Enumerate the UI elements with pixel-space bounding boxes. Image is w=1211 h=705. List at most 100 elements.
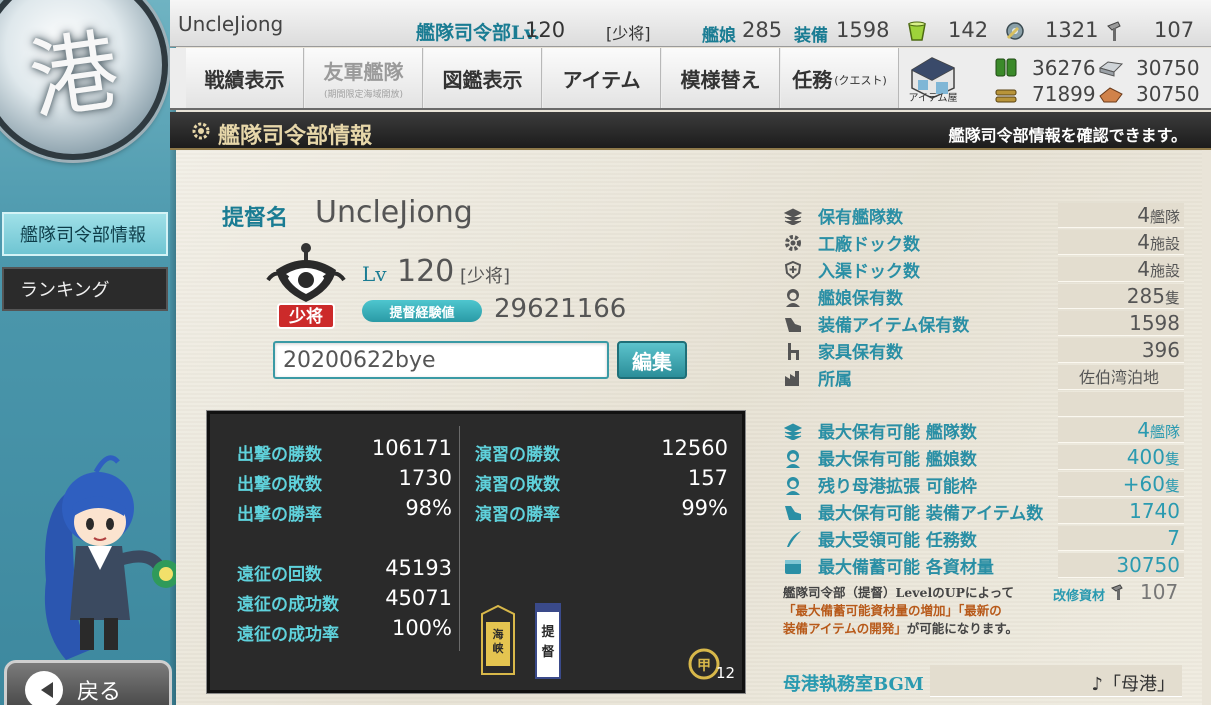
info-row-construction-docks: 工廠ドック数 4施設 <box>782 229 1184 256</box>
expedition-success-value: 45071 <box>385 586 452 610</box>
info-row-ships: 艦娘保有数 285隻 <box>782 283 1184 310</box>
port-emblem-glyph: 港 <box>23 18 125 133</box>
info-label: 最大保有可能 艦隊数 <box>818 423 977 443</box>
admiral-name: UncleJiong <box>315 195 473 230</box>
info-row-max-fleets: 最大保有可能 艦隊数 4艦隊 <box>782 417 1184 444</box>
rank-badge-text: 少将 <box>288 306 323 327</box>
equip-count: 1598 <box>836 18 890 42</box>
edit-button[interactable]: 編集 <box>617 341 687 379</box>
info-label: 最大受領可能 任務数 <box>818 531 977 551</box>
info-value: 佐伯湾泊地 <box>1058 365 1184 390</box>
ship-count: 285 <box>742 18 783 42</box>
info-row-equipment: 装備アイテム保有数 1598 <box>782 310 1184 337</box>
info-value: 285隻 <box>1058 284 1184 309</box>
info-label: 最大保有可能 艦娘数 <box>818 450 977 470</box>
exercise-losses-label: 演習の敗数 <box>475 475 560 495</box>
bucket-icon <box>908 21 926 41</box>
note-line-2: 「最大備蓄可能資材量の増加」「最新の <box>783 603 1002 618</box>
info-row-max-equipment: 最大保有可能 装備アイテム数 1740 <box>782 498 1184 525</box>
item-shop-label: アイテム屋 <box>908 93 958 104</box>
exp-label: 提督経験値 <box>362 300 482 322</box>
expedition-count-label: 遠征の回数 <box>237 565 322 585</box>
fuel-value: 36276 <box>1032 56 1096 80</box>
info-row-port-expansion: 残り母港拡張 可能枠 +60隻 <box>782 471 1184 498</box>
nav-items[interactable]: アイテム <box>543 48 661 108</box>
quill-icon <box>782 528 804 550</box>
section-title: 艦隊司令部情報 <box>218 123 373 149</box>
nav-sub-label: (期間限定海域開放) <box>323 90 404 100</box>
info-label: 艦娘保有数 <box>818 289 903 309</box>
fuel-icon <box>995 58 1017 77</box>
exercise-wins-label: 演習の勝数 <box>475 445 560 465</box>
nav-row: 戦績表示 友軍艦隊 (期間限定海域開放) 図鑑表示 アイテム 模様替え 任務 (… <box>170 48 1211 110</box>
sortie-winrate-value: 98% <box>405 496 452 520</box>
nav-label: 任務 <box>792 67 833 92</box>
sortie-losses-label: 出撃の敗数 <box>237 475 322 495</box>
hq-rank: [少将] <box>606 24 651 43</box>
info-value: 4施設 <box>1058 230 1184 255</box>
nav-label: 戦績表示 <box>204 67 285 92</box>
nav-encyclopedia[interactable]: 図鑑表示 <box>424 48 542 108</box>
info-value: 1740 <box>1058 499 1184 524</box>
exercise-winrate-value: 99% <box>681 496 728 520</box>
expedition-success-label: 遠征の成功数 <box>237 595 339 615</box>
ship-count-label: 艦娘 <box>702 26 736 46</box>
back-arrow-icon <box>25 671 63 705</box>
lv-label: Lv <box>362 262 387 286</box>
exercise-winrate-label: 演習の勝率 <box>475 505 560 525</box>
chair-icon <box>782 340 804 362</box>
nav-war-record[interactable]: 戦績表示 <box>186 48 304 108</box>
back-label: 戻る <box>77 680 122 705</box>
ribbon-medal-icon[interactable]: 提 督 <box>534 602 562 680</box>
hq-level-label: 艦隊司令部Lv. <box>416 22 541 44</box>
info-row-repair-docks: 入渠ドック数 4施設 <box>782 256 1184 283</box>
info-row-affiliation: 所属 佐伯湾泊地 <box>782 364 1184 391</box>
info-value: 30750 <box>1058 553 1184 578</box>
info-label: 最大保有可能 装備アイテム数 <box>818 504 1044 524</box>
sidebar-item-ranking[interactable]: ランキング <box>2 267 168 311</box>
sortie-wins-value: 106171 <box>371 436 452 460</box>
sidebar-item-hq-info[interactable]: 艦隊司令部情報 <box>2 212 168 256</box>
info-label: 家具保有数 <box>818 343 903 363</box>
nav-label: アイテム <box>562 67 641 92</box>
admiral-name-label: 提督名 <box>222 205 289 231</box>
bauxite-value: 30750 <box>1136 82 1200 106</box>
nav-label: 図鑑表示 <box>442 67 523 92</box>
gear-icon <box>782 232 804 254</box>
nav-furniture[interactable]: 模様替え <box>662 48 780 108</box>
info-row-furniture: 家具保有数 396 <box>782 337 1184 364</box>
info-label: 工廠ドック数 <box>818 235 920 255</box>
nav-quests[interactable]: 任務 (クエスト) <box>781 48 899 108</box>
secretary-ship-chibi[interactable] <box>10 450 180 670</box>
lv-value: 120 <box>397 254 455 289</box>
resource-crate-icon <box>782 555 804 577</box>
steel-icon <box>1098 61 1124 77</box>
sortie-wins-label: 出撃の勝数 <box>237 445 322 465</box>
strait-medal-icon[interactable]: 海 峡 <box>478 604 518 680</box>
comment-input[interactable] <box>273 341 609 379</box>
improve-material-value: 107 <box>1140 580 1179 604</box>
section-header: 艦隊司令部情報 艦隊司令部情報を確認できます。 <box>170 112 1211 150</box>
exercise-wins-value: 12560 <box>661 436 728 460</box>
svg-text:提: 提 <box>541 624 555 640</box>
equip-count-label: 装備 <box>794 26 828 46</box>
shipgirl-icon <box>782 474 804 496</box>
info-label: 所属 <box>818 370 852 390</box>
info-label: 最大備蓄可能 各資材量 <box>818 558 994 578</box>
expedition-rate-value: 100% <box>391 616 452 640</box>
nav-friend-fleet[interactable]: 友軍艦隊 (期間限定海域開放) <box>305 48 423 108</box>
dev-material-count: 1321 <box>1045 18 1099 42</box>
back-button[interactable]: 戻る <box>4 660 172 705</box>
bgm-value[interactable]: ♪「母港」 <box>1092 670 1176 696</box>
sidebar-item-label: 艦隊司令部情報 <box>20 225 146 246</box>
svg-text:甲: 甲 <box>697 658 711 674</box>
info-value: 7 <box>1058 526 1184 551</box>
edit-label: 編集 <box>632 349 672 374</box>
bgm-label: 母港執務室BGM <box>783 674 924 695</box>
info-row-fleets: 保有艦隊数 4艦隊 <box>782 202 1184 229</box>
lv-rank: [少将] <box>460 266 511 287</box>
nav-label: 友軍艦隊 <box>323 60 404 84</box>
level-up-note: 艦隊司令部（提督）LevelのUPによって 「最大備蓄可能資材量の増加」「最新の… <box>783 584 1063 638</box>
sortie-winrate-label: 出撃の勝率 <box>237 505 322 525</box>
info-row-max-resources: 最大備蓄可能 各資材量 30750 <box>782 552 1184 579</box>
